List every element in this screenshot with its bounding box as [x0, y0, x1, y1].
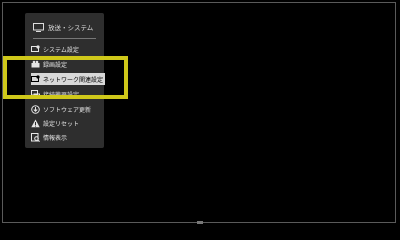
menu-item-software-update[interactable]: ソフトウェア更新	[31, 103, 91, 115]
menu-item-label: システム設定	[43, 46, 79, 54]
menu-header: 放送・システム	[33, 19, 93, 35]
reset-warning-icon	[31, 119, 40, 128]
menu-title: 放送・システム	[48, 24, 94, 32]
menu-item-info-display[interactable]: 情報表示	[31, 131, 67, 143]
menu-item-label: 設定リセット	[43, 120, 80, 128]
system-settings-icon	[31, 44, 40, 54]
highlight-frame	[3, 56, 128, 99]
menu-item-reset-settings[interactable]: 設定リセット	[31, 117, 79, 129]
tv-icon	[33, 22, 44, 32]
header-divider	[33, 38, 96, 39]
menu-item-label: ソフトウェア更新	[43, 106, 92, 114]
software-update-icon	[31, 104, 40, 114]
info-display-icon	[31, 132, 40, 142]
screen-bottom-marker	[197, 221, 203, 224]
menu-item-system-settings[interactable]: システム設定	[31, 43, 79, 55]
menu-item-label: 情報表示	[43, 134, 68, 142]
